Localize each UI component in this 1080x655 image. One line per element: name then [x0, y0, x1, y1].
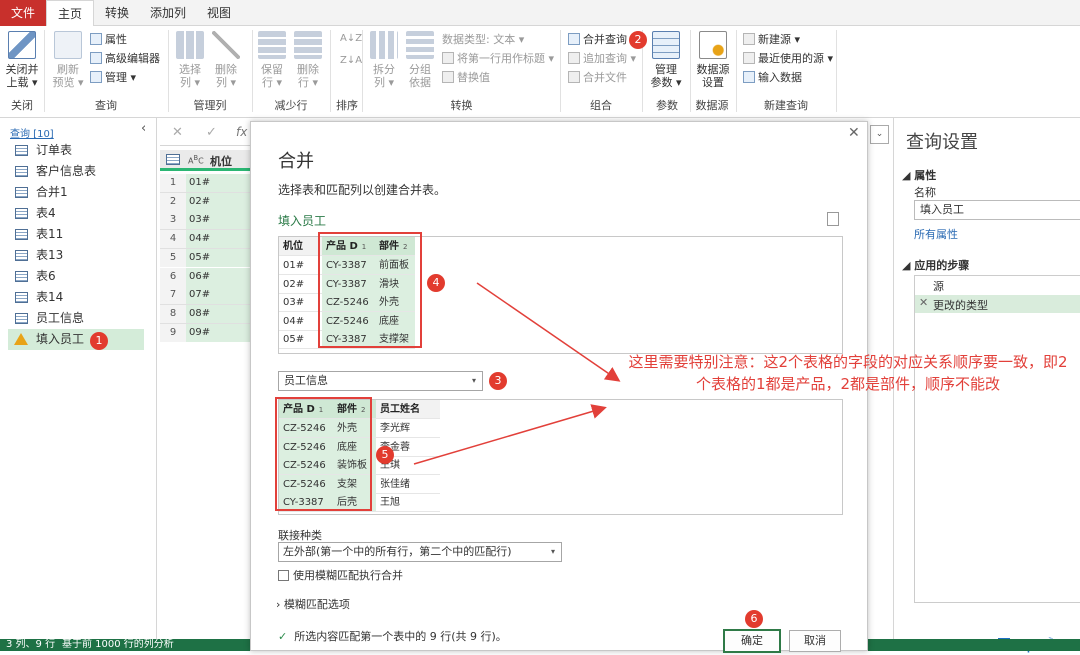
annotation-arrows — [413, 282, 621, 465]
step-badge-4: 4 — [427, 274, 445, 292]
step-badge-6: 6 — [745, 610, 763, 628]
step-badge-5: 5 — [376, 446, 394, 464]
arrow-from-table2 — [413, 404, 607, 465]
annotation-note: 这里需要特别注意：这2个表格的字段的对应关系顺序要一致，即2个表格的1都是产品，… — [628, 353, 1068, 393]
step-badge-2: 2 — [629, 31, 647, 49]
step-badge-1: 1 — [90, 332, 108, 350]
arrow-from-table1 — [476, 282, 621, 382]
step-badge-3: 3 — [489, 372, 507, 390]
